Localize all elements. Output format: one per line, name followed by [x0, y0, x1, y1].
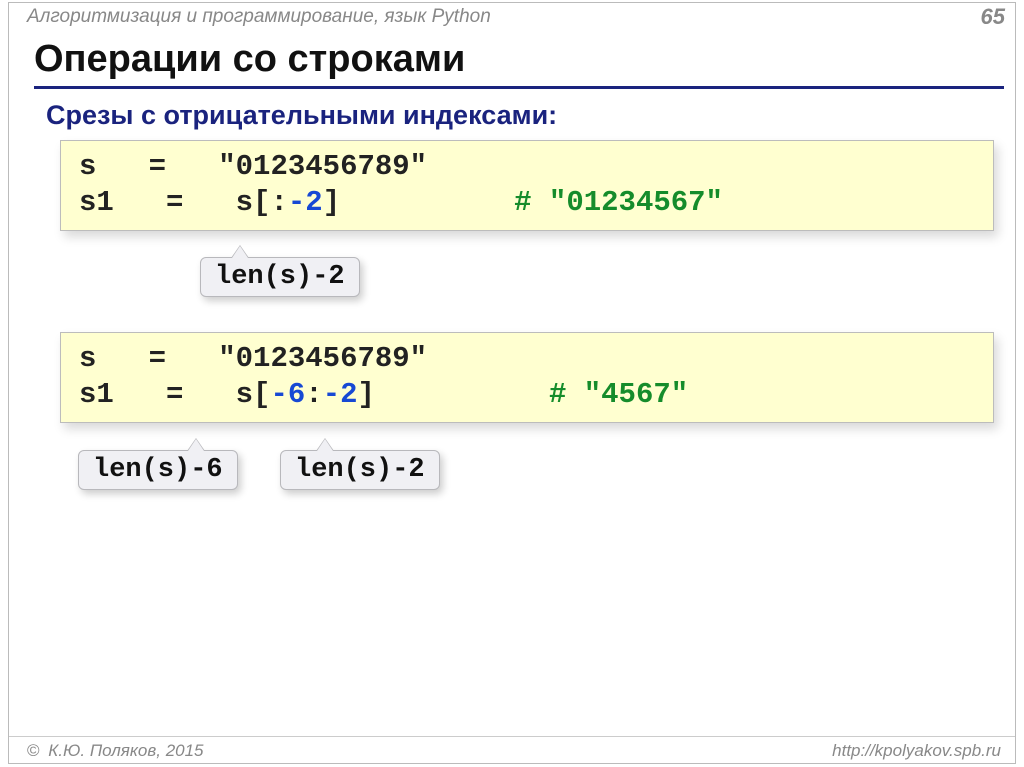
- callout-text: len(s)-2: [215, 262, 345, 292]
- footer-url: http://kpolyakov.spb.ru: [832, 741, 1001, 761]
- comment-hash: #: [514, 186, 531, 219]
- callout-len-1: len(s)-2: [200, 257, 360, 297]
- slide-footer: © К.Ю. Поляков, 2015 http://kpolyakov.sp…: [9, 736, 1015, 764]
- code-var: s: [79, 342, 96, 375]
- sub-heading: Срезы с отрицательными индексами:: [46, 100, 557, 131]
- code-var: s1: [79, 378, 114, 411]
- code-block-2: s = "0123456789" s1 = s[-6:-2] # "4567": [60, 332, 994, 423]
- code-string: "0123456789": [218, 342, 427, 375]
- code-line: s1 = s[:-2] # "01234567": [79, 185, 975, 221]
- callout-len-2b: len(s)-2: [280, 450, 440, 490]
- code-line: s = "0123456789": [79, 341, 975, 377]
- course-title: Алгоритмизация и программирование, язык …: [27, 6, 491, 28]
- code-assign: =: [166, 378, 183, 411]
- comment-text: "01234567": [532, 186, 723, 219]
- code-var: s1: [79, 186, 114, 219]
- main-heading: Операции со строками: [34, 38, 1000, 85]
- comment-text: "4567": [566, 378, 688, 411]
- code-slice-open: s[: [236, 378, 271, 411]
- code-assign: =: [149, 342, 166, 375]
- heading-rule: [34, 86, 1004, 89]
- copyright: © К.Ю. Поляков, 2015: [27, 741, 204, 761]
- callout-text: len(s)-2: [295, 455, 425, 485]
- code-index: -2: [288, 186, 323, 219]
- code-assign: =: [149, 150, 166, 183]
- code-string: "0123456789": [218, 150, 427, 183]
- callout-text: len(s)-6: [93, 455, 223, 485]
- code-colon: :: [305, 378, 322, 411]
- copyright-text: К.Ю. Поляков, 2015: [44, 741, 204, 760]
- page-number: 65: [981, 4, 1005, 30]
- code-line: s = "0123456789": [79, 149, 975, 185]
- code-line: s1 = s[-6:-2] # "4567": [79, 377, 975, 413]
- code-gap: [375, 378, 549, 411]
- code-block-1: s = "0123456789" s1 = s[:-2] # "01234567…: [60, 140, 994, 231]
- comment-hash: #: [549, 378, 566, 411]
- code-slice-close: ]: [358, 378, 375, 411]
- code-slice-close: ]: [323, 186, 340, 219]
- slide-header: Алгоритмизация и программирование, язык …: [9, 3, 1015, 31]
- callout-len-2a: len(s)-6: [78, 450, 238, 490]
- code-index: -2: [323, 378, 358, 411]
- copyright-icon: ©: [27, 741, 40, 760]
- code-slice-open: s[:: [236, 186, 288, 219]
- code-index: -6: [270, 378, 305, 411]
- code-gap: [340, 186, 514, 219]
- code-assign: =: [166, 186, 183, 219]
- code-var: s: [79, 150, 96, 183]
